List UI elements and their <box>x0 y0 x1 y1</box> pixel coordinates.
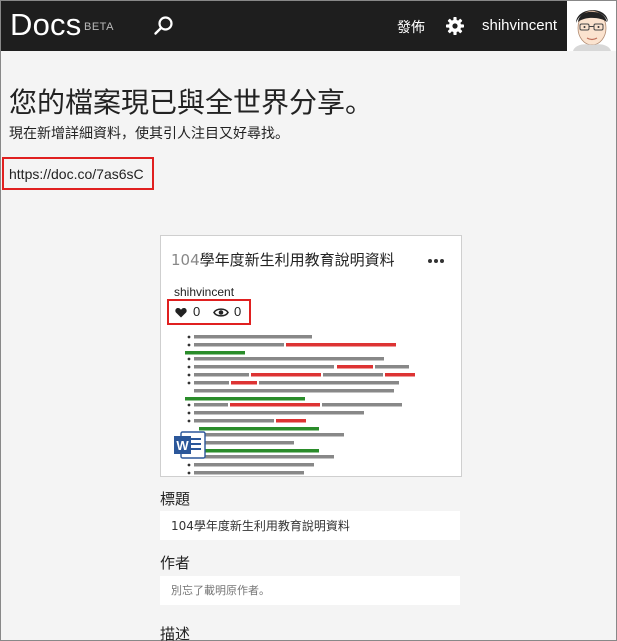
card-title[interactable]: 104學年度新生利用教育說明資料 <box>171 249 395 270</box>
document-card[interactable]: 104學年度新生利用教育說明資料 shihvincent 0 0 W <box>160 235 462 477</box>
beta-badge: BETA <box>84 21 114 33</box>
document-thumbnail[interactable]: W <box>171 332 453 477</box>
views-count: 0 <box>234 304 242 319</box>
avatar[interactable] <box>567 1 616 51</box>
docs-logo[interactable]: Docs <box>10 7 81 43</box>
card-title-text: 學年度新生利用教育說明資料 <box>199 251 395 269</box>
search-icon[interactable] <box>153 15 175 37</box>
title-input[interactable] <box>160 511 460 540</box>
publish-button[interactable]: 發佈 <box>397 17 425 37</box>
likes-count: 0 <box>193 304 201 319</box>
title-label: 標題 <box>160 490 191 508</box>
author-label: 作者 <box>160 554 191 572</box>
description-label: 描述 <box>160 625 191 641</box>
svg-text:W: W <box>176 438 189 453</box>
user-menu[interactable]: shihvincent <box>482 17 557 34</box>
eye-icon <box>213 308 229 317</box>
heart-icon[interactable] <box>175 307 187 318</box>
gear-icon[interactable] <box>445 16 465 36</box>
author-input[interactable] <box>160 576 460 605</box>
page-subtitle: 現在新增詳細資料，使其引人注目又好尋找。 <box>9 126 289 142</box>
share-url[interactable]: https://doc.co/7as6sC <box>2 157 154 190</box>
top-nav-bar: Docs BETA 發佈 shihvincent <box>1 1 616 51</box>
card-author[interactable]: shihvincent <box>174 285 234 299</box>
page-title: 您的檔案現已與全世界分享。 <box>9 86 374 119</box>
more-options-icon[interactable] <box>427 258 445 264</box>
card-stats: 0 0 <box>167 299 251 325</box>
card-title-number: 104 <box>171 251 200 269</box>
